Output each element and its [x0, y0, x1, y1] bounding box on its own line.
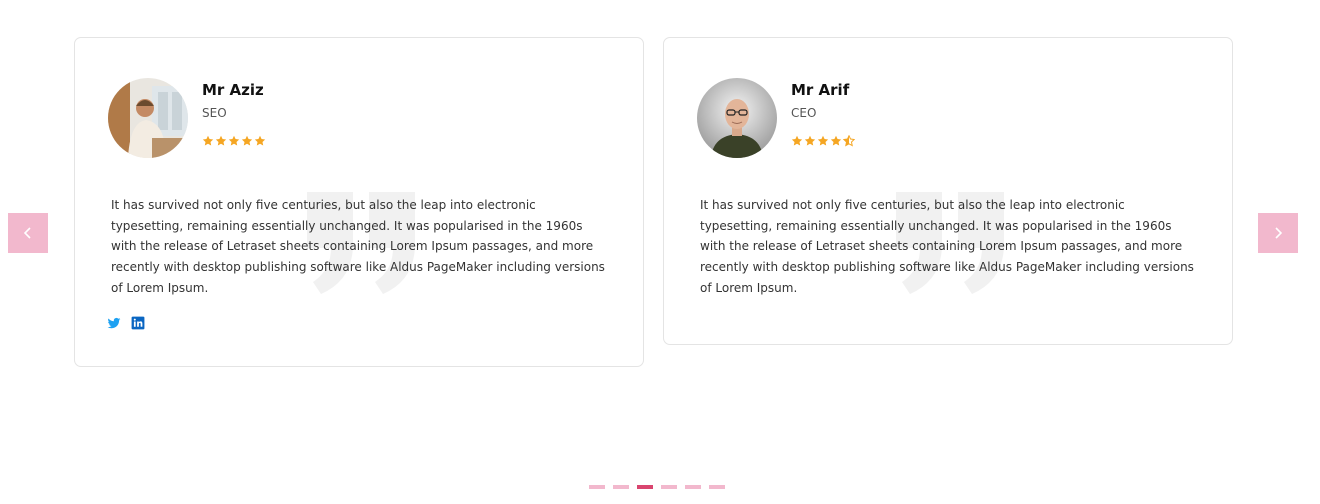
- twitter-icon[interactable]: [107, 316, 121, 330]
- star-rating: [791, 135, 855, 147]
- star-icon: [791, 135, 803, 146]
- author-role: SEO: [202, 106, 227, 120]
- author-name: Mr Aziz: [202, 81, 264, 99]
- star-icon: [804, 135, 816, 146]
- testimonial-text: It has survived not only five centuries,…: [700, 198, 1194, 295]
- star-icon: [254, 135, 266, 146]
- star-icon: [830, 135, 842, 146]
- carousel-dot[interactable]: [661, 485, 677, 489]
- author-name: Mr Arif: [791, 81, 850, 99]
- carousel-pagination: [589, 485, 725, 489]
- star-icon: [817, 135, 829, 146]
- testimonial-card: Mr Arif CEO It has survived not only fiv…: [663, 37, 1233, 345]
- carousel-prev-button[interactable]: [8, 213, 48, 253]
- carousel-dot[interactable]: [613, 485, 629, 489]
- testimonial-card: Mr Aziz SEO It has survived not only fiv…: [74, 37, 644, 367]
- linkedin-icon[interactable]: [131, 316, 145, 330]
- social-links: [107, 316, 145, 330]
- star-icon: [202, 135, 214, 146]
- carousel-dot[interactable]: [709, 485, 725, 489]
- carousel-dot-active[interactable]: [637, 485, 653, 489]
- chevron-left-icon: [23, 227, 31, 239]
- star-icon: [215, 135, 227, 146]
- star-icon: [241, 135, 253, 146]
- star-half-icon: [843, 135, 855, 147]
- carousel-dot[interactable]: [589, 485, 605, 489]
- carousel-next-button[interactable]: [1258, 213, 1298, 253]
- avatar: [108, 78, 188, 158]
- carousel-dot[interactable]: [685, 485, 701, 489]
- avatar: [697, 78, 777, 158]
- star-icon: [228, 135, 240, 146]
- star-rating: [202, 135, 266, 147]
- chevron-right-icon: [1275, 227, 1283, 239]
- author-role: CEO: [791, 106, 817, 120]
- testimonial-text: It has survived not only five centuries,…: [111, 198, 605, 295]
